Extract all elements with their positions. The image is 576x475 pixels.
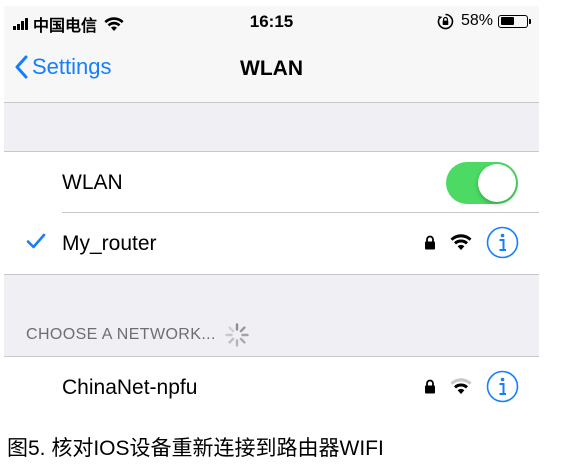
wifi-icon (450, 234, 472, 250)
battery-tip (529, 18, 531, 24)
phone-screen: 中国电信 16:15 58% Settings WLAN WLAN My_rou… (4, 6, 539, 410)
choose-network-label: CHOOSE A NETWORK... (26, 326, 216, 343)
page-title: WLAN (240, 57, 303, 80)
info-icon[interactable] (486, 370, 519, 403)
status-bar: 中国电信 16:15 58% (4, 6, 539, 38)
network-row[interactable]: ChinaNet-npfu (4, 357, 539, 410)
wlan-label: WLAN (62, 171, 123, 194)
network-list: ChinaNet-npfu (4, 356, 539, 410)
connected-network-icons (424, 226, 519, 259)
lock-icon (425, 235, 435, 250)
orientation-lock-icon (437, 13, 454, 29)
wlan-toggle[interactable] (446, 162, 518, 204)
toggle-knob (478, 164, 516, 202)
wlan-group: WLAN My_router (4, 151, 539, 275)
section-header: CHOOSE A NETWORK... (26, 322, 250, 348)
info-icon[interactable] (486, 226, 519, 259)
figure-caption: 图5. 核对IOS设备重新连接到路由器WIFI (7, 437, 384, 460)
connected-network-name: My_router (62, 232, 157, 255)
page: 中国电信 16:15 58% Settings WLAN WLAN My_rou… (0, 0, 576, 475)
network-icons (424, 370, 519, 403)
loading-spinner-icon (225, 323, 249, 347)
connected-network-row[interactable]: My_router (4, 213, 539, 274)
wlan-toggle-row: WLAN (4, 152, 539, 213)
battery-percent: 58% (460, 12, 493, 29)
wifi-icon (450, 378, 472, 394)
battery-icon (498, 14, 528, 28)
navigation-bar: Settings WLAN (4, 38, 539, 103)
status-right: 58% (437, 12, 531, 30)
checkmark-icon (26, 233, 46, 249)
lock-icon (425, 379, 435, 394)
network-name: ChinaNet-npfu (62, 376, 198, 399)
